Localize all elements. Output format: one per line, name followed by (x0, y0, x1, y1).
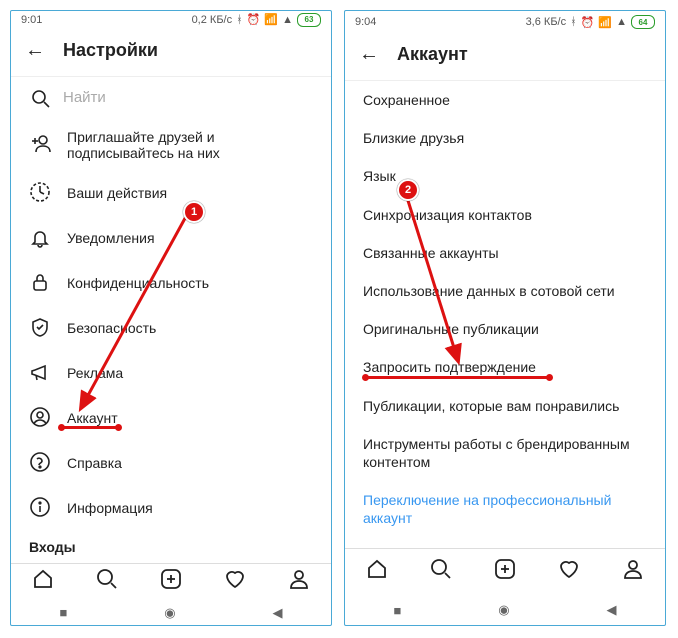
wifi-icon: ▲ (616, 16, 627, 28)
sys-back[interactable]: ◀ (607, 602, 617, 618)
lock-icon (29, 271, 51, 296)
nav-likes[interactable] (223, 567, 247, 597)
help-icon (29, 451, 51, 476)
menu-activity[interactable]: Ваши действия (11, 171, 331, 216)
annotation-underline (365, 376, 550, 379)
signal-icon: 📶 (598, 16, 612, 29)
nav-profile[interactable] (621, 557, 645, 587)
annotation-badge-1: 1 (183, 201, 205, 223)
bluetooth-icon: ᚼ (570, 16, 577, 28)
user-circle-icon (29, 406, 51, 431)
activity-icon (29, 181, 51, 206)
signal-icon: 📶 (264, 13, 278, 26)
sys-home[interactable]: ◉ (498, 602, 509, 618)
wifi-icon: ▲ (282, 14, 293, 26)
menu-label: Аккаунт (67, 410, 118, 426)
account-screen: 9:04 3,6 КБ/с ᚼ ⏰ 📶 ▲ 64 ← Аккаунт Сохра… (344, 10, 666, 626)
page-title: Аккаунт (397, 44, 468, 65)
nav-add[interactable] (159, 567, 183, 597)
bell-icon (29, 226, 51, 251)
acct-liked-posts[interactable]: Публикации, которые вам понравились (345, 387, 665, 425)
annotation-underline (61, 426, 119, 429)
sys-recent[interactable]: ■ (393, 603, 401, 618)
acct-close-friends[interactable]: Близкие друзья (345, 119, 665, 157)
menu-label: Конфиденциальность (67, 275, 209, 291)
search-input[interactable]: Найти (11, 77, 331, 119)
nav-search[interactable] (429, 557, 453, 587)
status-net: 3,6 КБ/с (526, 16, 567, 28)
acct-linked[interactable]: Связанные аккаунты (345, 234, 665, 272)
menu-label: Ваши действия (67, 185, 167, 201)
menu-invite-friends[interactable]: Приглашайте друзей и подписывайтесь на н… (11, 119, 331, 171)
statusbar: 9:04 3,6 КБ/с ᚼ ⏰ 📶 ▲ 64 (345, 11, 665, 33)
menu-security[interactable]: Безопасность (11, 306, 331, 351)
header: ← Аккаунт (345, 33, 665, 81)
nav-home[interactable] (31, 567, 55, 597)
system-nav: ■ ◉ ◀ (11, 601, 331, 625)
menu-info[interactable]: Информация (11, 486, 331, 531)
alarm-icon: ⏰ (247, 13, 261, 26)
statusbar: 9:01 0,2 КБ/с ᚼ ⏰ 📶 ▲ 63 (11, 11, 331, 29)
nav-likes[interactable] (557, 557, 581, 587)
bluetooth-icon: ᚼ (236, 14, 243, 26)
menu-label: Уведомления (67, 230, 155, 246)
search-icon (29, 87, 51, 109)
sys-back[interactable]: ◀ (273, 605, 283, 621)
status-time: 9:04 (355, 16, 376, 28)
header: ← Настройки (11, 29, 331, 77)
menu-account[interactable]: Аккаунт (11, 396, 331, 441)
acct-branded-tools[interactable]: Инструменты работы с брендированным конт… (345, 425, 665, 481)
acct-original-posts[interactable]: Оригинальные публикации (345, 310, 665, 348)
bottom-nav (11, 563, 331, 601)
menu-label: Реклама (67, 365, 123, 381)
nav-add[interactable] (493, 557, 517, 587)
menu-privacy[interactable]: Конфиденциальность (11, 261, 331, 306)
info-icon (29, 496, 51, 521)
status-net: 0,2 КБ/с (192, 14, 233, 26)
back-icon[interactable]: ← (25, 39, 45, 62)
search-placeholder: Найти (63, 89, 106, 106)
section-logins: Входы (11, 531, 331, 563)
acct-switch-pro-link[interactable]: Переключение на профессиональный аккаунт (345, 481, 665, 537)
acct-saved[interactable]: Сохраненное (345, 81, 665, 119)
sys-recent[interactable]: ■ (59, 605, 67, 620)
acct-language[interactable]: Язык (345, 157, 665, 195)
menu-label: Информация (67, 500, 153, 516)
system-nav: ■ ◉ ◀ (345, 595, 665, 625)
annotation-badge-2: 2 (397, 179, 419, 201)
nav-home[interactable] (365, 557, 389, 587)
battery-icon: 63 (297, 13, 321, 27)
nav-profile[interactable] (287, 567, 311, 597)
alarm-icon: ⏰ (581, 16, 595, 29)
add-user-icon (29, 132, 51, 157)
menu-ads[interactable]: Реклама (11, 351, 331, 396)
menu-label: Безопасность (67, 320, 156, 336)
acct-request-verification[interactable]: Запросить подтверждение (345, 348, 665, 386)
battery-icon: 64 (631, 15, 655, 29)
back-icon[interactable]: ← (359, 43, 379, 66)
sys-home[interactable]: ◉ (164, 605, 175, 621)
megaphone-icon (29, 361, 51, 386)
shield-icon (29, 316, 51, 341)
menu-label: Справка (67, 455, 122, 471)
menu-label: Приглашайте друзей и подписывайтесь на н… (67, 129, 313, 161)
bottom-nav (345, 548, 665, 595)
settings-screen: 9:01 0,2 КБ/с ᚼ ⏰ 📶 ▲ 63 ← Настройки Най… (10, 10, 332, 626)
page-title: Настройки (63, 40, 158, 61)
acct-cellular-data[interactable]: Использование данных в сотовой сети (345, 272, 665, 310)
menu-notifications[interactable]: Уведомления (11, 216, 331, 261)
acct-contacts-sync[interactable]: Синхронизация контактов (345, 196, 665, 234)
menu-help[interactable]: Справка (11, 441, 331, 486)
nav-search[interactable] (95, 567, 119, 597)
status-time: 9:01 (21, 14, 42, 26)
